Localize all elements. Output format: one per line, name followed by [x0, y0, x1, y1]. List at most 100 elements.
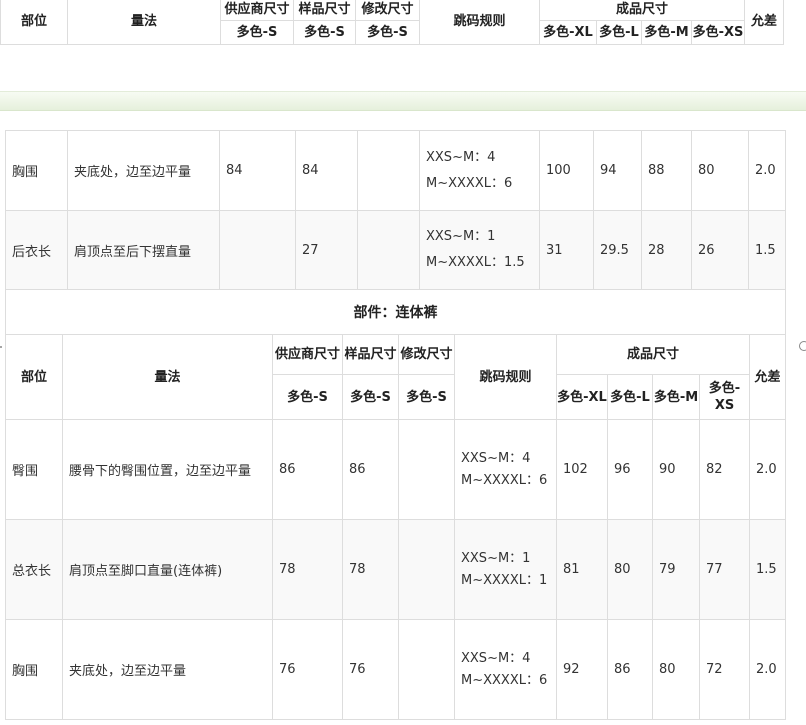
cell-grade-rule: XXS~M：4 M~XXXXL：6	[454, 419, 557, 520]
cell-part: 后衣长	[5, 210, 68, 290]
rule-line: XXS~M：4	[461, 450, 531, 466]
header-grade-rule: 跳码规则	[454, 334, 557, 420]
cell-tolerance: 2.0	[749, 619, 787, 720]
section-title-row: 部件：连体裤	[5, 289, 786, 335]
table-row: 总衣长 肩顶点至脚口直量(连体裤) 78 78 XXS~M：1 M~XXXXL：…	[5, 519, 787, 620]
cell-sample: 27	[295, 210, 358, 290]
cell-xs: 77	[698, 519, 751, 620]
cell-m: 88	[641, 130, 692, 211]
rule-line: M~XXXXL：1.5	[426, 255, 525, 270]
cell-supplier	[219, 210, 296, 290]
rule-line: XXS~M：1	[426, 229, 496, 244]
header-finished-size: 成品尺寸	[538, 0, 746, 21]
header-size-xl: 多色-XL	[556, 374, 608, 420]
cell-sample: 84	[295, 130, 358, 211]
cell-m: 28	[641, 210, 692, 290]
header-sample-size: 样品尺寸	[293, 0, 356, 21]
header-size-xl: 多色-XL	[539, 20, 597, 45]
jumpsuit-spec-table: 部位 量法 供应商尺寸 样品尺寸 修改尺寸 跳码规则 成品尺寸 允差 多色-S …	[5, 334, 787, 720]
cell-l: 96	[607, 419, 653, 520]
cell-method: 肩顶点至后下摆直量	[67, 210, 220, 290]
cell-xs: 72	[698, 619, 751, 720]
header-supplier-sub: 多色-S	[220, 20, 294, 45]
header-modify-size: 修改尺寸	[355, 0, 420, 21]
header-tolerance: 允差	[749, 334, 787, 420]
cell-m: 90	[652, 419, 700, 520]
cell-tolerance: 2.0	[749, 419, 787, 520]
cell-xl: 100	[539, 130, 594, 211]
dot-marker-icon	[0, 346, 2, 348]
header-modify-sub: 多色-S	[355, 20, 420, 45]
header-method: 量法	[67, 0, 221, 45]
header-size-l: 多色-L	[607, 374, 653, 420]
cell-supplier: 76	[272, 619, 343, 720]
cell-modify	[357, 130, 420, 211]
table-row: 后衣长 肩顶点至后下摆直量 27 XXS~M：1 M~XXXXL：1.5 31 …	[5, 210, 786, 290]
cell-m: 79	[652, 519, 700, 620]
header-supplier-size: 供应商尺寸	[272, 334, 343, 375]
header-method: 量法	[62, 334, 273, 420]
header-modify-size: 修改尺寸	[398, 334, 455, 375]
section-separator-bar	[0, 91, 806, 111]
header-finished-size: 成品尺寸	[555, 334, 751, 375]
header-sample-size: 样品尺寸	[342, 334, 399, 375]
header-supplier-size: 供应商尺寸	[220, 0, 294, 21]
cell-modify	[398, 619, 455, 720]
table-row: 臀围 腰骨下的臀围位置，边至边平量 86 86 XXS~M：4 M~XXXXL：…	[5, 419, 787, 520]
cell-xl: 31	[539, 210, 594, 290]
cell-tolerance: 2.0	[748, 130, 786, 211]
rule-line: XXS~M：4	[461, 650, 531, 666]
header-size-m: 多色-M	[641, 20, 692, 45]
cell-l: 94	[593, 130, 642, 211]
header-tolerance: 允差	[744, 0, 785, 45]
table-row: 胸围 夹底处，边至边平量 84 84 XXS~M：4 M~XXXXL：6 100…	[5, 130, 786, 211]
header-part: 部位	[0, 0, 68, 45]
header-sample-sub: 多色-S	[293, 20, 356, 45]
cell-l: 80	[607, 519, 653, 620]
header-modify-sub: 多色-S	[398, 374, 455, 420]
cell-modify	[357, 210, 420, 290]
cell-part: 胸围	[5, 130, 68, 211]
table-row: 胸围 夹底处，边至边平量 76 76 XXS~M：4 M~XXXXL：6 92 …	[5, 619, 787, 720]
cell-modify	[398, 419, 455, 520]
header-size-l: 多色-L	[596, 20, 642, 45]
section-title: 部件：连体裤	[5, 289, 786, 335]
cell-grade-rule: XXS~M：4 M~XXXXL：6	[419, 130, 540, 211]
cell-xs: 26	[691, 210, 749, 290]
cell-part: 臀围	[5, 419, 63, 520]
header-part: 部位	[5, 334, 63, 420]
cell-method: 夹底处，边至边平量	[62, 619, 273, 720]
cell-grade-rule: XXS~M：4 M~XXXXL：6	[454, 619, 557, 720]
rule-line: M~XXXXL：6	[461, 472, 548, 488]
cell-xs: 82	[698, 419, 751, 520]
cell-modify	[398, 519, 455, 620]
scroll-indicator-icon[interactable]	[799, 341, 806, 351]
header-grade-rule: 跳码规则	[419, 0, 540, 45]
cell-tolerance: 1.5	[749, 519, 787, 620]
header-size-m: 多色-M	[652, 374, 700, 420]
cell-sample: 86	[342, 419, 399, 520]
cell-sample: 76	[342, 619, 399, 720]
cell-part: 胸围	[5, 619, 63, 720]
rule-line: M~XXXXL：6	[461, 672, 548, 688]
cell-xl: 81	[556, 519, 608, 620]
cell-supplier: 84	[219, 130, 296, 211]
upper-spec-table: 胸围 夹底处，边至边平量 84 84 XXS~M：4 M~XXXXL：6 100…	[5, 130, 786, 335]
cell-grade-rule: XXS~M：1 M~XXXXL：1.5	[419, 210, 540, 290]
header-size-xs: 多色-XS	[698, 374, 751, 420]
cell-method: 夹底处，边至边平量	[67, 130, 220, 211]
cell-xs: 80	[691, 130, 749, 211]
cell-supplier: 78	[272, 519, 343, 620]
rule-line: XXS~M：1	[461, 550, 531, 566]
cell-part: 总衣长	[5, 519, 63, 620]
cell-tolerance: 1.5	[748, 210, 786, 290]
top-spec-header-table: 部位 量法 供应商尺寸 样品尺寸 修改尺寸 跳码规则 成品尺寸 允差 多色-S …	[0, 0, 785, 45]
cell-method: 肩顶点至脚口直量(连体裤)	[62, 519, 273, 620]
header-size-xs: 多色-XS	[690, 20, 746, 45]
cell-method: 腰骨下的臀围位置，边至边平量	[62, 419, 273, 520]
rule-line: M~XXXXL：6	[426, 175, 513, 191]
cell-xl: 102	[556, 419, 608, 520]
rule-line: M~XXXXL：1	[461, 572, 548, 588]
cell-grade-rule: XXS~M：1 M~XXXXL：1	[454, 519, 557, 620]
rule-line: XXS~M：4	[426, 149, 496, 165]
